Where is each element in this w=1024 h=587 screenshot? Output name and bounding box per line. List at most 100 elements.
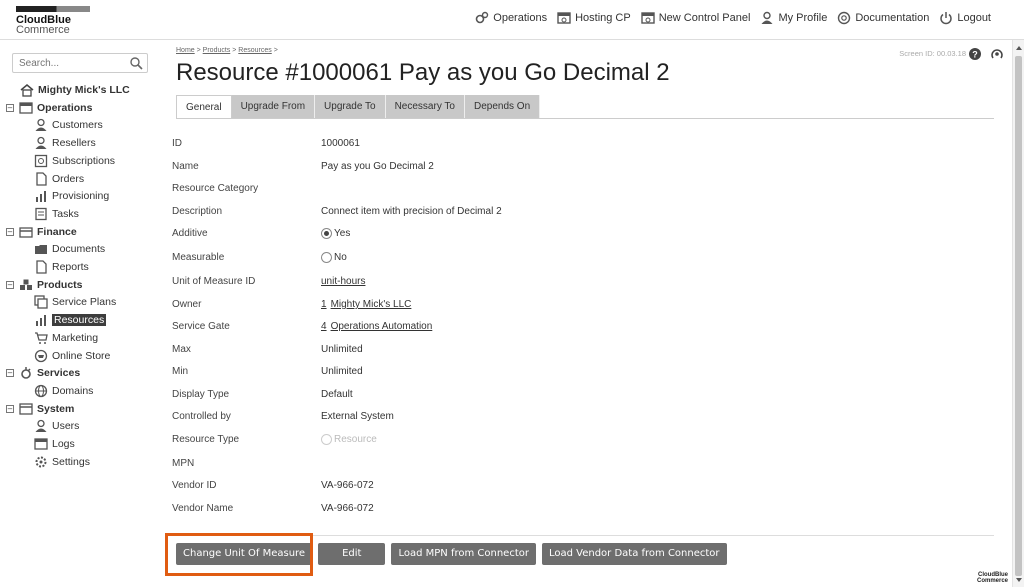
sidebar-item-tasks[interactable]: Tasks bbox=[34, 206, 79, 222]
sidebar-item-label: Reports bbox=[52, 261, 89, 273]
card-icon bbox=[19, 225, 33, 239]
house-icon bbox=[20, 83, 34, 97]
scroll-thumb[interactable] bbox=[1015, 56, 1022, 576]
user-icon bbox=[760, 11, 774, 25]
feedback-icon[interactable] bbox=[990, 47, 1004, 61]
sidebar-item-label: Customers bbox=[52, 119, 103, 132]
panel-icon bbox=[19, 101, 33, 115]
sidebar-item-provisioning[interactable]: Provisioning bbox=[34, 188, 109, 204]
doc-icon bbox=[34, 260, 48, 274]
breadcrumb-resources[interactable]: Resources bbox=[238, 47, 271, 54]
sidebar-search bbox=[12, 53, 148, 73]
field-row: Vendor ID VA-966-072 bbox=[172, 480, 992, 494]
sidebar-section-finance[interactable]: Finance bbox=[19, 224, 77, 240]
edit-button[interactable]: Edit bbox=[318, 543, 386, 565]
field-value: Resource bbox=[321, 434, 377, 445]
nav-my-profile[interactable]: My Profile bbox=[760, 11, 827, 25]
nav-new-control-panel-label: New Control Panel bbox=[658, 12, 751, 24]
radio-icon bbox=[321, 252, 332, 263]
chart-icon bbox=[34, 189, 48, 203]
brand-logo[interactable]: CloudBlue Commerce bbox=[16, 6, 96, 36]
field-value: Yes bbox=[321, 228, 350, 239]
sidebar-item-subscriptions[interactable]: Subscriptions bbox=[34, 153, 115, 169]
search-icon[interactable] bbox=[129, 56, 143, 70]
tab-necessary-to[interactable]: Necessary To bbox=[385, 95, 465, 119]
sidebar-item-logs[interactable]: Logs bbox=[34, 436, 75, 452]
nav-hosting-cp-label: Hosting CP bbox=[575, 12, 631, 24]
nav-hosting-cp[interactable]: Hosting CP bbox=[557, 11, 631, 25]
nav-new-control-panel[interactable]: New Control Panel bbox=[641, 11, 751, 25]
collapse-toggle-operations[interactable]: – bbox=[6, 103, 14, 112]
scroll-up-arrow[interactable] bbox=[1016, 46, 1022, 50]
sidebar-item-settings[interactable]: Settings bbox=[34, 454, 90, 470]
sidebar-section-products[interactable]: Products bbox=[19, 277, 83, 293]
sidebar-section-services[interactable]: Services bbox=[19, 365, 80, 381]
gears-icon bbox=[475, 11, 489, 25]
tab-upgrade-from[interactable]: Upgrade From bbox=[231, 95, 316, 119]
owner-id-link[interactable]: 1 bbox=[321, 299, 327, 310]
field-value: Unlimited bbox=[321, 366, 363, 377]
owner-name-link[interactable]: Mighty Mick's LLC bbox=[331, 299, 412, 310]
sidebar-section-operations[interactable]: Operations bbox=[19, 100, 92, 116]
sidebar-account-label: Mighty Mick's LLC bbox=[38, 84, 130, 96]
service-gate-id-link[interactable]: 4 bbox=[321, 321, 327, 332]
sidebar-item-label: Domains bbox=[52, 384, 94, 397]
service-gate-name-link[interactable]: Operations Automation bbox=[331, 321, 433, 332]
tab-upgrade-to[interactable]: Upgrade To bbox=[315, 95, 386, 119]
field-value: Unlimited bbox=[321, 344, 363, 355]
nav-logout[interactable]: Logout bbox=[939, 11, 991, 25]
collapse-toggle-services[interactable]: – bbox=[6, 369, 14, 378]
sidebar-item-domains[interactable]: Domains bbox=[34, 383, 93, 399]
load-mpn-button[interactable]: Load MPN from Connector bbox=[391, 543, 536, 565]
collapse-toggle-products[interactable]: – bbox=[6, 280, 14, 289]
globe-icon bbox=[34, 384, 48, 398]
scroll-down-arrow[interactable] bbox=[1016, 578, 1022, 582]
sidebar-item-marketing[interactable]: Marketing bbox=[34, 330, 98, 346]
sidebar-item-label: Logs bbox=[52, 438, 75, 450]
tab-general[interactable]: General bbox=[176, 95, 232, 119]
field-label: MPN bbox=[172, 458, 195, 469]
sidebar-item-online-store[interactable]: Online Store bbox=[34, 348, 110, 364]
collapse-toggle-finance[interactable]: – bbox=[6, 227, 14, 236]
load-vendor-data-button[interactable]: Load Vendor Data from Connector bbox=[541, 543, 727, 565]
sidebar-item-resources[interactable]: Resources bbox=[34, 312, 107, 328]
sidebar-section-system[interactable]: System bbox=[19, 401, 74, 417]
sidebar-item-customers[interactable]: Customers bbox=[34, 117, 103, 133]
field-label: Measurable bbox=[172, 252, 225, 263]
sidebar-item-label: Resources bbox=[52, 314, 107, 327]
vertical-scrollbar[interactable] bbox=[1012, 40, 1024, 587]
collapse-toggle-system[interactable]: – bbox=[6, 404, 14, 413]
field-value-text: Yes bbox=[334, 228, 351, 239]
sidebar-item-label: Resellers bbox=[52, 137, 96, 150]
services-icon bbox=[19, 366, 33, 380]
field-label: Vendor ID bbox=[172, 480, 217, 491]
tab-underline bbox=[176, 118, 994, 119]
nav-operations[interactable]: Operations bbox=[475, 11, 547, 25]
control-panel-icon bbox=[557, 11, 571, 25]
sidebar-item-label: Online Store bbox=[52, 349, 111, 362]
sidebar-item-documents[interactable]: Documents bbox=[34, 241, 105, 257]
field-value: Connect item with precision of Decimal 2 bbox=[321, 206, 502, 217]
breadcrumb-home[interactable]: Home bbox=[176, 47, 195, 54]
unit-of-measure-link[interactable]: unit-hours bbox=[321, 276, 365, 287]
sidebar-item-resellers[interactable]: Resellers bbox=[34, 135, 96, 151]
sidebar-item-service-plans[interactable]: Service Plans bbox=[34, 294, 116, 310]
folder-icon bbox=[34, 242, 48, 256]
footer-brand-line-2: Commerce bbox=[976, 578, 1008, 584]
field-label: Unit of Measure ID bbox=[172, 276, 256, 287]
sidebar-item-orders[interactable]: Orders bbox=[34, 171, 84, 187]
search-input[interactable] bbox=[13, 54, 123, 72]
sidebar-account[interactable]: Mighty Mick's LLC bbox=[20, 82, 130, 98]
field-row: Measurable No bbox=[172, 252, 992, 266]
sidebar-section-label: Services bbox=[37, 367, 81, 380]
tab-depends-on[interactable]: Depends On bbox=[464, 95, 541, 119]
help-icon[interactable]: ? bbox=[968, 47, 982, 61]
sidebar-item-label: Users bbox=[52, 420, 80, 433]
nav-documentation[interactable]: Documentation bbox=[837, 11, 929, 25]
field-value: No bbox=[321, 252, 347, 263]
sidebar-item-reports[interactable]: Reports bbox=[34, 259, 89, 275]
breadcrumb-products[interactable]: Products bbox=[203, 47, 231, 54]
field-row: Additive Yes bbox=[172, 228, 992, 242]
sidebar-item-users[interactable]: Users bbox=[34, 418, 79, 434]
field-label: Name bbox=[172, 161, 199, 172]
